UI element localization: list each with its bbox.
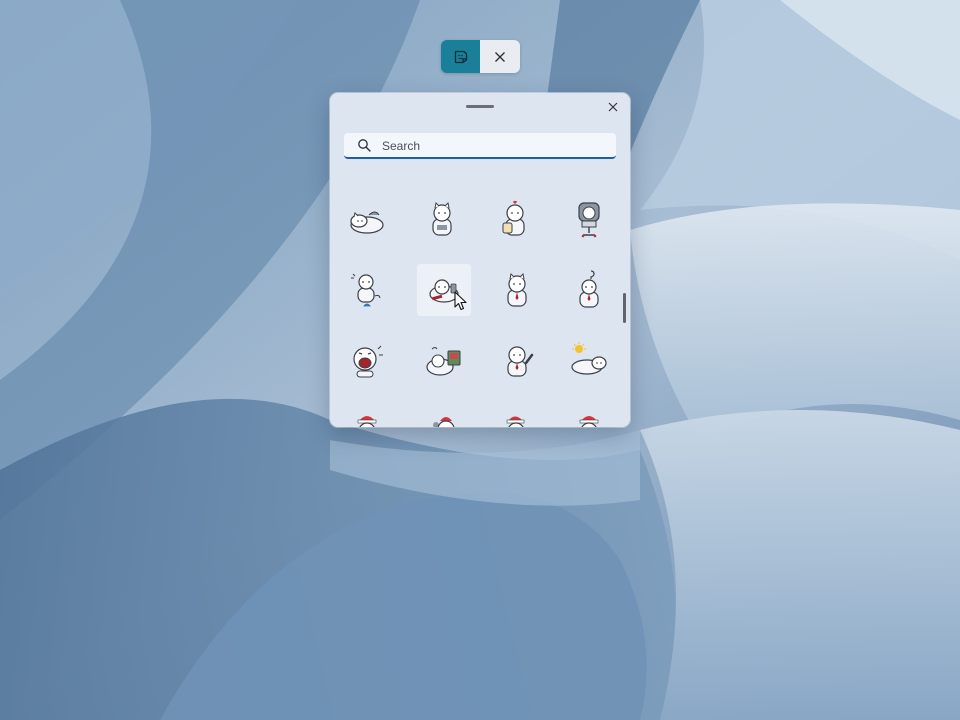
sticker-item[interactable] (417, 403, 471, 427)
cat-santa-hat-sticker (579, 416, 599, 427)
sticker-panel (330, 93, 630, 427)
close-icon (608, 102, 618, 112)
sticker-grid (330, 171, 622, 427)
close-mode-button[interactable] (480, 40, 520, 73)
cat-shouting-sticker (353, 345, 383, 378)
search-input[interactable] (382, 135, 607, 157)
drag-handle[interactable] (466, 105, 494, 108)
mode-toggle (441, 40, 520, 73)
cat-with-heart-sticker (502, 200, 525, 236)
sticker-item[interactable] (490, 335, 544, 387)
scrollbar-thumb[interactable] (623, 293, 626, 323)
panel-close-button[interactable] (604, 98, 622, 116)
sticker-item[interactable] (340, 403, 394, 427)
close-icon (495, 51, 505, 62)
sticker-item[interactable] (415, 193, 469, 245)
cat-sleeping-sticker (350, 211, 384, 234)
cat-santa-hat-sticker (357, 416, 377, 427)
cat-question-mark-sticker (579, 270, 599, 308)
sticker-mode-button[interactable] (441, 40, 480, 73)
cat-santa-hat-sticker (506, 416, 525, 427)
cat-computer-sticker (426, 347, 461, 376)
search-box (344, 133, 616, 159)
cat-office-chair-sticker (578, 202, 600, 238)
sticker-item[interactable] (562, 264, 616, 316)
cat-waving-sticker (507, 346, 534, 377)
sticker-item[interactable] (488, 193, 542, 245)
sticker-item[interactable] (340, 264, 394, 316)
cat-tie-sticker (507, 272, 527, 307)
sticker-item[interactable] (562, 335, 616, 387)
sticker-item[interactable] (562, 403, 616, 427)
sticker-item[interactable] (490, 264, 544, 316)
sticker-item[interactable] (340, 335, 394, 387)
sticker-item[interactable] (340, 193, 394, 245)
sticker-item[interactable] (562, 193, 616, 245)
cat-sun-sleeping-sticker (571, 342, 607, 375)
search-icon (358, 139, 371, 152)
cat-with-bird-sticker (351, 273, 381, 307)
sticker-item[interactable] (490, 403, 544, 427)
sticker-icon (454, 50, 467, 63)
sticker-item[interactable] (417, 335, 471, 387)
cat-santa-hat-sticker (433, 417, 455, 427)
mouse-cursor-icon (454, 291, 467, 311)
cat-sitting-sticker (432, 201, 452, 236)
